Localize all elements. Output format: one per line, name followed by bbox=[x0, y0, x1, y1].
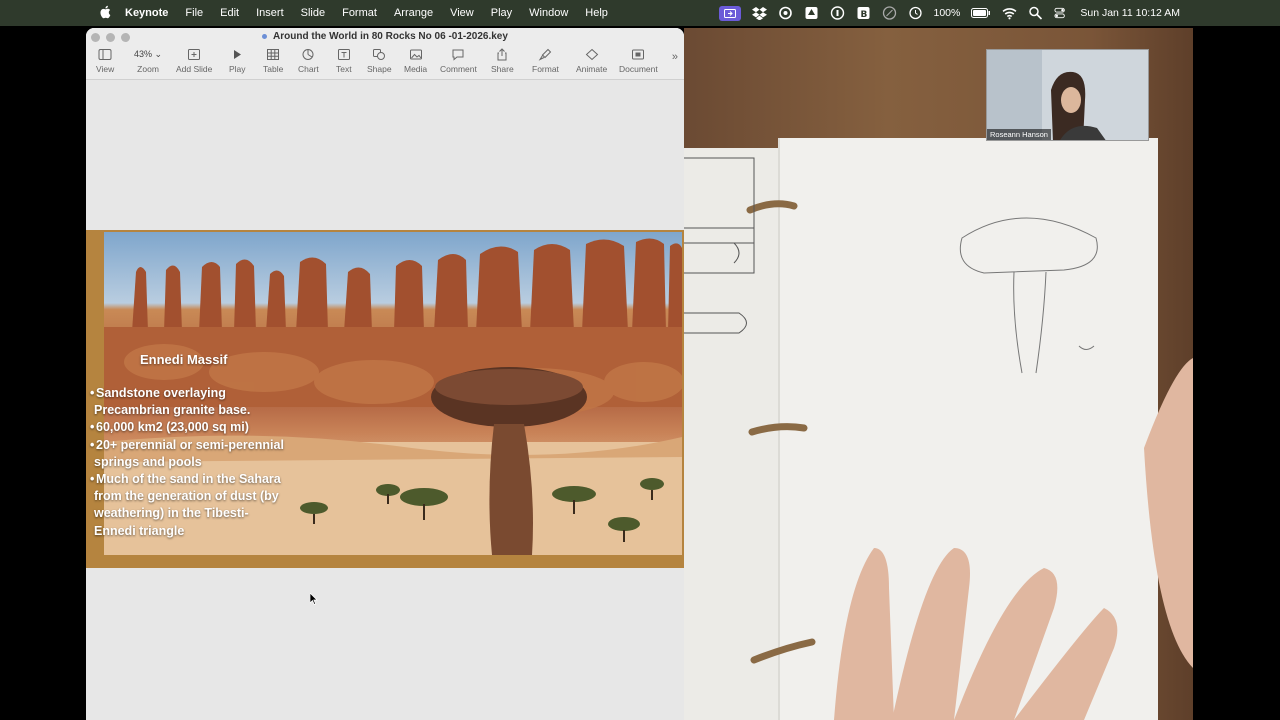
toolbar-media-button[interactable]: Media bbox=[404, 48, 427, 74]
slide[interactable]: Ennedi Massif • Sandstone overlaying Prec… bbox=[86, 230, 684, 568]
bullet-item: • 60,000 km2 (23,000 sq mi) bbox=[88, 419, 288, 436]
chart-icon bbox=[302, 49, 314, 60]
toolbar-comment-button[interactable]: Comment bbox=[440, 48, 477, 74]
bartender-icon[interactable]: B bbox=[856, 6, 871, 20]
menu-insert[interactable]: Insert bbox=[256, 7, 284, 19]
menu-file[interactable]: File bbox=[185, 7, 203, 19]
toolbar-animate-label: Animate bbox=[576, 64, 608, 74]
diamond-icon bbox=[585, 48, 598, 61]
participant-name-label: Roseann Hanson bbox=[987, 129, 1051, 140]
toolbar-share-button[interactable]: Share bbox=[491, 48, 514, 74]
keynote-window: Around the World in 80 Rocks No 06 -01-2… bbox=[86, 28, 684, 720]
chevron-down-icon: ⌄ bbox=[154, 49, 163, 59]
vpn-icon[interactable] bbox=[882, 6, 897, 20]
participant-video-image bbox=[987, 50, 1148, 140]
menu-play[interactable]: Play bbox=[491, 7, 512, 19]
menu-window[interactable]: Window bbox=[529, 7, 568, 19]
share-icon bbox=[497, 48, 507, 61]
toolbar-chart-button[interactable]: Chart bbox=[298, 48, 319, 74]
play-icon bbox=[234, 50, 242, 59]
svg-text:B: B bbox=[860, 10, 867, 20]
screen-gutter-left bbox=[0, 26, 86, 720]
toolbar-animate-button[interactable]: Animate bbox=[576, 48, 607, 74]
toolbar-zoom-label: Zoom bbox=[137, 64, 159, 74]
slide-title[interactable]: Ennedi Massif bbox=[140, 352, 227, 367]
menu-bar: Keynote File Edit Insert Slide Format Ar… bbox=[0, 0, 1280, 26]
toolbar: View 43% ⌄ Zoom Add Slide Play Table Cha… bbox=[86, 48, 684, 78]
slide-bullet-list[interactable]: • Sandstone overlaying Precambrian granit… bbox=[88, 385, 288, 540]
toolbar-chart-label: Chart bbox=[298, 64, 319, 74]
bullet-text: 20+ perennial or semi-perennial springs … bbox=[94, 437, 284, 469]
battery-icon[interactable] bbox=[971, 6, 991, 20]
zoom-value-text: 43% bbox=[134, 49, 153, 59]
paintbrush-icon bbox=[539, 48, 552, 61]
wifi-icon[interactable] bbox=[1002, 6, 1017, 20]
toolbar-overflow-chevron-icon[interactable]: » bbox=[672, 51, 678, 63]
bullet-text: 60,000 km2 (23,000 sq mi) bbox=[96, 420, 249, 435]
screen-gutter-right bbox=[1193, 26, 1280, 720]
media-icon bbox=[409, 49, 422, 60]
slide-canvas[interactable]: Ennedi Massif • Sandstone overlaying Prec… bbox=[86, 80, 684, 720]
toolbar-play-button[interactable]: Play bbox=[229, 48, 246, 74]
toolbar-zoom-button[interactable]: 43% ⌄ Zoom bbox=[134, 48, 162, 74]
time-machine-icon[interactable] bbox=[908, 6, 923, 20]
toolbar-view-button[interactable]: View bbox=[96, 48, 114, 74]
sidebar-icon bbox=[98, 49, 112, 60]
window-titlebar: Around the World in 80 Rocks No 06 -01-2… bbox=[86, 28, 684, 80]
clock[interactable]: Sun Jan 11 10:12 AM bbox=[1080, 7, 1180, 19]
toolbar-shape-button[interactable]: Shape bbox=[367, 48, 392, 74]
menu-help[interactable]: Help bbox=[585, 7, 608, 19]
toolbar-view-label: View bbox=[96, 64, 115, 74]
bullet-item: • 20+ perennial or semi-perennial springs… bbox=[88, 437, 288, 471]
menu-arrange[interactable]: Arrange bbox=[394, 7, 433, 19]
toolbar-text-button[interactable]: Text bbox=[336, 48, 352, 74]
toolbar-format-label: Format bbox=[532, 64, 559, 74]
text-icon bbox=[337, 49, 350, 60]
toolbar-add-slide-button[interactable]: Add Slide bbox=[176, 48, 212, 74]
bullet-item: • Much of the sand in the Sahara from the… bbox=[88, 471, 288, 540]
menu-format[interactable]: Format bbox=[342, 7, 377, 19]
toolbar-text-label: Text bbox=[336, 64, 352, 74]
document-icon bbox=[632, 49, 645, 60]
comment-icon bbox=[452, 49, 464, 61]
toolbar-add-slide-label: Add Slide bbox=[176, 64, 213, 74]
toolbar-share-label: Share bbox=[491, 64, 514, 74]
openai-icon[interactable] bbox=[778, 6, 793, 20]
toolbar-format-button[interactable]: Format bbox=[532, 48, 559, 74]
menu-edit[interactable]: Edit bbox=[220, 7, 239, 19]
participant-video-tile[interactable]: Roseann Hanson bbox=[986, 49, 1149, 141]
plus-square-icon bbox=[188, 49, 201, 60]
toolbar-shape-label: Shape bbox=[367, 64, 392, 74]
table-icon bbox=[267, 49, 280, 60]
document-title-text: Around the World in 80 Rocks No 06 -01-2… bbox=[273, 31, 508, 42]
toolbar-table-label: Table bbox=[263, 64, 284, 74]
menu-view[interactable]: View bbox=[450, 7, 474, 19]
document-title: Around the World in 80 Rocks No 06 -01-2… bbox=[86, 31, 684, 42]
dropbox-icon[interactable] bbox=[751, 6, 767, 20]
search-icon[interactable] bbox=[1028, 6, 1043, 20]
one-password-icon[interactable] bbox=[830, 6, 845, 20]
battery-percent: 100% bbox=[933, 7, 961, 19]
bullet-item: • Sandstone overlaying Precambrian granit… bbox=[88, 385, 288, 419]
shape-icon bbox=[373, 49, 386, 60]
menu-app-keynote[interactable]: Keynote bbox=[125, 7, 168, 19]
bullet-text: Much of the sand in the Sahara from the … bbox=[94, 472, 281, 538]
drive-icon[interactable] bbox=[804, 6, 819, 20]
toolbar-document-label: Document bbox=[619, 64, 658, 74]
control-center-icon[interactable] bbox=[1054, 6, 1069, 20]
toolbar-comment-label: Comment bbox=[440, 64, 477, 74]
bullet-text: Sandstone overlaying Precambrian granite… bbox=[94, 386, 251, 418]
toolbar-document-button[interactable]: Document bbox=[619, 48, 658, 74]
menu-slide[interactable]: Slide bbox=[301, 7, 325, 19]
toolbar-table-button[interactable]: Table bbox=[263, 48, 283, 74]
mouse-cursor-icon bbox=[310, 593, 318, 605]
toolbar-play-label: Play bbox=[229, 64, 246, 74]
screen-share-icon[interactable] bbox=[718, 5, 741, 21]
apple-icon[interactable] bbox=[99, 5, 111, 19]
keynote-file-icon bbox=[262, 33, 268, 39]
zoom-value: 43% ⌄ bbox=[134, 48, 162, 61]
toolbar-media-label: Media bbox=[404, 64, 428, 74]
